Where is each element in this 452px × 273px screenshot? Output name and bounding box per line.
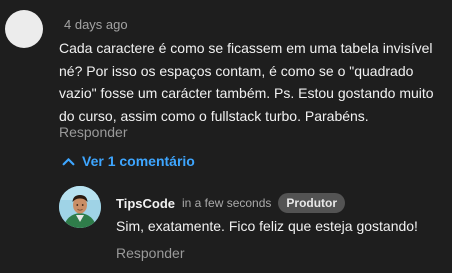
reply-text: Sim, exatamente. Fico feliz que esteja g… xyxy=(116,218,418,234)
reply-to-reply-button[interactable]: Responder xyxy=(116,245,185,261)
reply-author-name[interactable]: TipsCode xyxy=(116,196,175,211)
toggle-replies-label: Ver 1 comentário xyxy=(82,153,195,169)
user-avatar[interactable] xyxy=(5,10,43,48)
comment-thread: 4 days ago Cada caractere é como se fica… xyxy=(0,0,452,273)
comment-timestamp: 4 days ago xyxy=(64,17,128,32)
author-photo-icon xyxy=(59,186,101,228)
chevron-up-icon xyxy=(62,157,75,165)
reply-timestamp: in a few seconds xyxy=(182,196,272,210)
comment-text: Cada caractere é como se ficassem em uma… xyxy=(59,40,434,124)
reply-header: TipsCode in a few seconds Produtor xyxy=(116,193,346,213)
reply-author-avatar[interactable] xyxy=(59,186,101,228)
reply-button[interactable]: Responder xyxy=(59,124,128,140)
toggle-replies-button[interactable]: Ver 1 comentário xyxy=(62,153,195,169)
role-badge: Produtor xyxy=(278,193,346,213)
